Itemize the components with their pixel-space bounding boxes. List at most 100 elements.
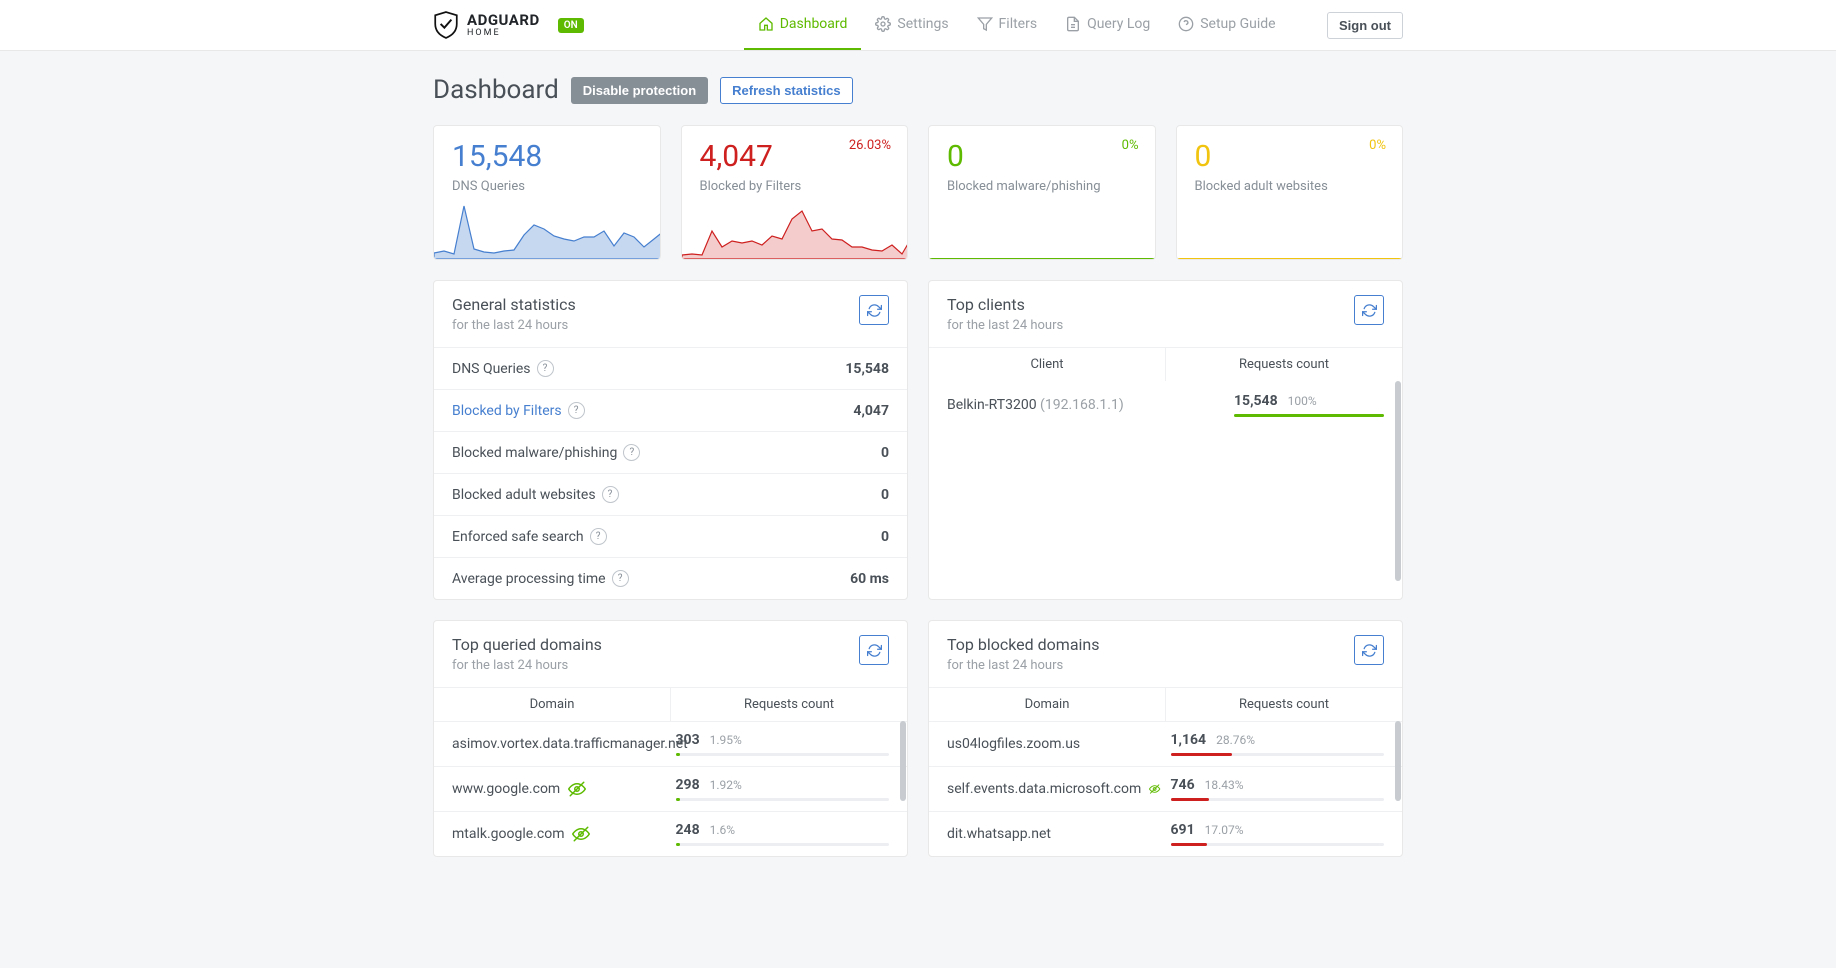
help-icon[interactable]: ? <box>612 570 629 587</box>
row-blocked-filters: Blocked by Filters? 4,047 <box>434 389 907 431</box>
disable-protection-button[interactable]: Disable protection <box>571 77 708 104</box>
table-row: mtalk.google.com 2481.6% <box>434 811 907 856</box>
domain-cell[interactable]: dit.whatsapp.net <box>947 826 1161 842</box>
nav-label: Dashboard <box>780 16 848 32</box>
help-icon[interactable]: ? <box>590 528 607 545</box>
scrollbar[interactable] <box>1395 721 1401 801</box>
row-value: 15,548 <box>845 361 889 377</box>
main-nav: Dashboard Settings Filters Query Log Set… <box>744 0 1290 50</box>
refresh-card-button[interactable] <box>859 635 889 665</box>
file-icon <box>1065 16 1081 32</box>
table-row: www.google.com 2981.92% <box>434 766 907 811</box>
client-cell[interactable]: Belkin-RT3200 (192.168.1.1) <box>947 397 1234 413</box>
bar <box>676 798 890 801</box>
nav-setup-guide[interactable]: Setup Guide <box>1164 0 1289 50</box>
scrollbar[interactable] <box>1395 381 1401 581</box>
sparkline-dns <box>434 201 661 259</box>
help-icon[interactable]: ? <box>602 486 619 503</box>
row-dns-queries: DNS Queries? 15,548 <box>434 347 907 389</box>
domain-cell[interactable]: mtalk.google.com <box>452 825 666 843</box>
stat-label: DNS Queries <box>452 179 642 194</box>
nav-label: Setup Guide <box>1200 16 1275 32</box>
help-icon[interactable]: ? <box>568 402 585 419</box>
nav-dashboard[interactable]: Dashboard <box>744 0 862 50</box>
refresh-statistics-button[interactable]: Refresh statistics <box>720 77 852 104</box>
nav-label: Settings <box>897 16 948 32</box>
table-row: Belkin-RT3200 (192.168.1.1) 15,548100% <box>929 381 1402 429</box>
domain-cell[interactable]: asimov.vortex.data.trafficmanager.net <box>452 736 666 752</box>
client-name: Belkin-RT3200 <box>947 397 1037 413</box>
count-pct: 17.07% <box>1205 823 1244 837</box>
count-pct: 1.6% <box>710 823 735 837</box>
stat-grid: 15,548 DNS Queries 26.03% 4,047 Blocked … <box>433 125 1403 260</box>
count-value: 15,548 <box>1234 393 1278 409</box>
table-row: self.events.data.microsoft.com 74618.43% <box>929 766 1402 811</box>
card-title: Top queried domains <box>452 635 859 654</box>
nav-filters[interactable]: Filters <box>963 0 1052 50</box>
tracker-icon <box>568 780 586 798</box>
count-cell: 74618.43% <box>1161 777 1385 801</box>
refresh-card-button[interactable] <box>1354 295 1384 325</box>
stat-label: Blocked by Filters <box>700 179 890 194</box>
brand-sub: HOME <box>467 28 540 38</box>
refresh-card-button[interactable] <box>859 295 889 325</box>
col-requests: Requests count <box>1166 348 1402 381</box>
count-pct: 28.76% <box>1216 733 1255 747</box>
col-requests: Requests count <box>1166 688 1402 721</box>
count-cell: 15,548100% <box>1234 393 1384 417</box>
count-pct: 18.43% <box>1205 778 1244 792</box>
nav-query-log[interactable]: Query Log <box>1051 0 1164 50</box>
row-value: 4,047 <box>853 403 889 419</box>
count-cell: 691 17.07% <box>1161 822 1385 846</box>
col-domain: Domain <box>434 688 671 721</box>
refresh-icon <box>1362 643 1377 658</box>
card-top-clients: Top clients for the last 24 hours Client… <box>928 280 1403 600</box>
gear-icon <box>875 16 891 32</box>
card-title: General statistics <box>452 295 859 314</box>
stat-card-dns: 15,548 DNS Queries <box>433 125 661 260</box>
header: ADGUARD HOME ON Dashboard Settings Filte… <box>0 0 1836 51</box>
nav-label: Filters <box>999 16 1038 32</box>
nav-label: Query Log <box>1087 16 1150 32</box>
help-icon[interactable]: ? <box>623 444 640 461</box>
domain-cell[interactable]: self.events.data.microsoft.com <box>947 780 1161 798</box>
page-head: Dashboard Disable protection Refresh sta… <box>433 75 1403 105</box>
row-avg-time: Average processing time? 60 ms <box>434 557 907 599</box>
domain-name: www.google.com <box>452 781 560 797</box>
count-cell: 3031.95% <box>666 732 890 756</box>
refresh-icon <box>867 643 882 658</box>
row-link[interactable]: Blocked by Filters <box>452 403 562 419</box>
table-body: us04logfiles.zoom.us 1,16428.76% self.ev… <box>929 721 1402 856</box>
card-subtitle: for the last 24 hours <box>947 318 1354 333</box>
refresh-card-button[interactable] <box>1354 635 1384 665</box>
table-body: Belkin-RT3200 (192.168.1.1) 15,548100% <box>929 381 1402 591</box>
table-body: asimov.vortex.data.trafficmanager.net 30… <box>434 721 907 856</box>
domain-cell[interactable]: www.google.com <box>452 780 666 798</box>
nav-settings[interactable]: Settings <box>861 0 962 50</box>
count-value: 691 <box>1171 822 1195 838</box>
bar <box>1171 843 1385 846</box>
count-value: 298 <box>676 777 700 793</box>
domain-cell[interactable]: us04logfiles.zoom.us <box>947 736 1161 752</box>
stat-pct: 0% <box>1122 138 1139 153</box>
card-general-stats: General statistics for the last 24 hours… <box>433 280 908 600</box>
table-head: Domain Requests count <box>929 687 1402 721</box>
table-row: dit.whatsapp.net 691 17.07% <box>929 811 1402 856</box>
help-icon[interactable]: ? <box>537 360 554 377</box>
scrollbar[interactable] <box>900 721 906 801</box>
stat-label: Blocked adult websites <box>1195 179 1385 194</box>
domain-name: mtalk.google.com <box>452 826 564 842</box>
refresh-icon <box>1362 303 1377 318</box>
row-value: 0 <box>881 529 889 545</box>
stat-label: Blocked malware/phishing <box>947 179 1137 194</box>
brand-name: ADGUARD <box>467 13 540 28</box>
signout-button[interactable]: Sign out <box>1327 12 1403 39</box>
stat-card-malware: 0% 0 Blocked malware/phishing <box>928 125 1156 260</box>
row-value: 0 <box>881 487 889 503</box>
client-ip: (192.168.1.1) <box>1040 397 1124 413</box>
count-cell: 2481.6% <box>666 822 890 846</box>
row-malware: Blocked malware/phishing? 0 <box>434 431 907 473</box>
col-domain: Domain <box>929 688 1166 721</box>
signout-wrap: Sign out <box>1327 12 1403 39</box>
logo[interactable]: ADGUARD HOME ON <box>433 11 584 39</box>
